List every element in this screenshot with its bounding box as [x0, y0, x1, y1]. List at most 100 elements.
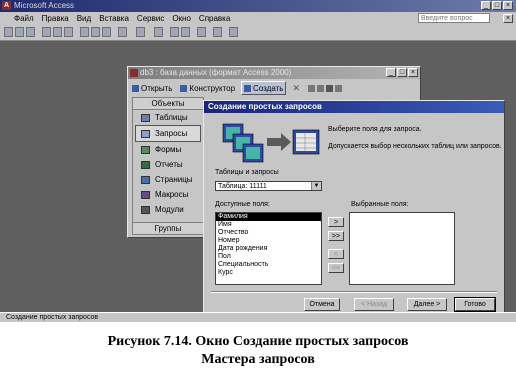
analyze-icon[interactable] [154, 27, 163, 37]
object-queries[interactable]: Запросы [135, 125, 201, 142]
create-button-label: Создать [253, 83, 284, 93]
add-all-fields-button[interactable]: >> [328, 231, 344, 241]
menu-edit[interactable]: Правка [42, 14, 69, 23]
field-item[interactable]: Специальность [216, 261, 321, 269]
db-maximize-button[interactable]: □ [397, 68, 407, 77]
simple-query-wizard-dialog: Создание простых запросов Выберите поля … [203, 100, 505, 318]
db-window-controls: _ □ × [386, 68, 418, 77]
paste-icon[interactable] [102, 27, 111, 37]
object-macros[interactable]: Макросы [133, 187, 203, 202]
tables-queries-select[interactable]: Таблица: 11111 ▼ [215, 181, 322, 191]
preview-icon[interactable] [53, 27, 62, 37]
minimize-button[interactable]: _ [481, 1, 491, 10]
cancel-button[interactable]: Отмена [304, 298, 340, 311]
menu-insert[interactable]: Вставка [99, 14, 129, 23]
object-modules[interactable]: Модули [133, 202, 203, 217]
selected-fields-label: Выбранные поля: [351, 201, 409, 208]
field-item[interactable]: Номер [216, 237, 321, 245]
field-item[interactable]: Пол [216, 253, 321, 261]
code-icon[interactable] [170, 27, 179, 37]
menu-window[interactable]: Окно [172, 14, 191, 23]
create-icon [244, 84, 252, 92]
dialog-divider [211, 291, 497, 293]
properties-icon[interactable] [181, 27, 190, 37]
available-fields-label: Доступные поля: [215, 201, 270, 208]
doc-close-button[interactable]: × [503, 14, 513, 23]
open-button[interactable]: Открыть [130, 82, 174, 94]
field-item[interactable]: Имя [216, 221, 321, 229]
small-icons-view-icon [317, 84, 324, 92]
macro-icon [141, 190, 150, 199]
object-label: Макросы [155, 190, 189, 199]
add-field-button[interactable]: > [328, 217, 344, 227]
help-icon[interactable] [229, 27, 238, 37]
selected-fields-list[interactable] [349, 212, 455, 285]
db-title-bar: db3 : база данных (формат Access 2000) _… [128, 67, 420, 79]
menu-view[interactable]: Вид [77, 14, 91, 23]
db-close-button[interactable]: × [408, 68, 418, 77]
delete-button[interactable]: ✕ [290, 82, 302, 94]
save-icon[interactable] [26, 27, 35, 37]
object-tables[interactable]: Таблицы [133, 110, 203, 125]
doc-window-controls: × [503, 14, 513, 23]
large-icons-view-icon [308, 84, 315, 92]
print-icon[interactable] [42, 27, 51, 37]
close-button[interactable]: × [503, 1, 513, 10]
next-button[interactable]: Далее > [407, 298, 447, 311]
back-button[interactable]: < Назад [354, 298, 394, 311]
available-fields-list[interactable]: Фамилия Имя Отчество Номер Дата рождения… [215, 212, 322, 285]
undo-icon[interactable] [118, 27, 127, 37]
menu-file[interactable]: Файл [14, 14, 34, 23]
maximize-button[interactable]: □ [492, 1, 502, 10]
new-object-icon[interactable] [213, 27, 222, 37]
object-label: Таблицы [155, 113, 188, 122]
db-icon [130, 69, 138, 77]
object-label: Страницы [155, 175, 193, 184]
wizard-prompt: Выберите поля для запроса. [328, 126, 422, 133]
remove-field-button[interactable]: < [328, 249, 344, 259]
field-item[interactable]: Фамилия [216, 213, 321, 221]
cut-icon[interactable] [80, 27, 89, 37]
figure-caption: Рисунок 7.14. Окно Создание простых запр… [0, 333, 516, 369]
object-label: Формы [155, 145, 182, 154]
menu-bar: Файл Правка Вид Вставка Сервис Окно Спра… [0, 12, 516, 25]
status-text: Создание простых запросов [6, 314, 99, 321]
finish-button[interactable]: Готово [454, 297, 496, 312]
object-reports[interactable]: Отчеты [133, 157, 203, 172]
spelling-icon[interactable] [64, 27, 73, 37]
object-pages[interactable]: Страницы [133, 172, 203, 187]
caption-line-1: Рисунок 7.14. Окно Создание простых запр… [107, 334, 409, 349]
create-button[interactable]: Создать [241, 81, 287, 95]
form-icon [141, 145, 150, 154]
field-item[interactable]: Курс [216, 269, 321, 277]
view-buttons[interactable] [306, 82, 344, 94]
copy-icon[interactable] [91, 27, 100, 37]
dropdown-arrow-icon[interactable]: ▼ [311, 182, 321, 190]
field-item[interactable]: Отчество [216, 229, 321, 237]
menu-help[interactable]: Справка [199, 14, 230, 23]
db-minimize-button[interactable]: _ [386, 68, 396, 77]
db-title: db3 : база данных (формат Access 2000) [140, 68, 292, 77]
object-label: Модули [155, 205, 184, 214]
report-icon [141, 160, 150, 169]
object-forms[interactable]: Формы [133, 142, 203, 157]
open-icon[interactable] [15, 27, 24, 37]
design-button[interactable]: Конструктор [178, 82, 237, 94]
menu-tools[interactable]: Сервис [137, 14, 164, 23]
help-question-input[interactable]: Введите вопрос [418, 13, 490, 23]
relationships-icon[interactable] [197, 27, 206, 37]
objects-panel: Объекты Таблицы Запросы Формы Отчеты Стр… [132, 97, 204, 235]
groups-header[interactable]: Группы [133, 222, 203, 234]
new-icon[interactable] [4, 27, 13, 37]
caption-line-2: Мастера запросов [201, 352, 315, 367]
remove-all-fields-button[interactable]: << [328, 263, 344, 273]
module-icon [141, 205, 150, 214]
list-view-icon [326, 84, 333, 92]
objects-header[interactable]: Объекты [133, 98, 203, 110]
design-button-label: Конструктор [189, 83, 236, 93]
office-links-icon[interactable] [136, 27, 145, 37]
wizard-illustration [222, 123, 320, 163]
standard-toolbar [0, 25, 516, 41]
field-item[interactable]: Дата рождения [216, 245, 321, 253]
screenshot-area: A Microsoft Access _ □ × Файл Правка Вид… [0, 0, 516, 322]
